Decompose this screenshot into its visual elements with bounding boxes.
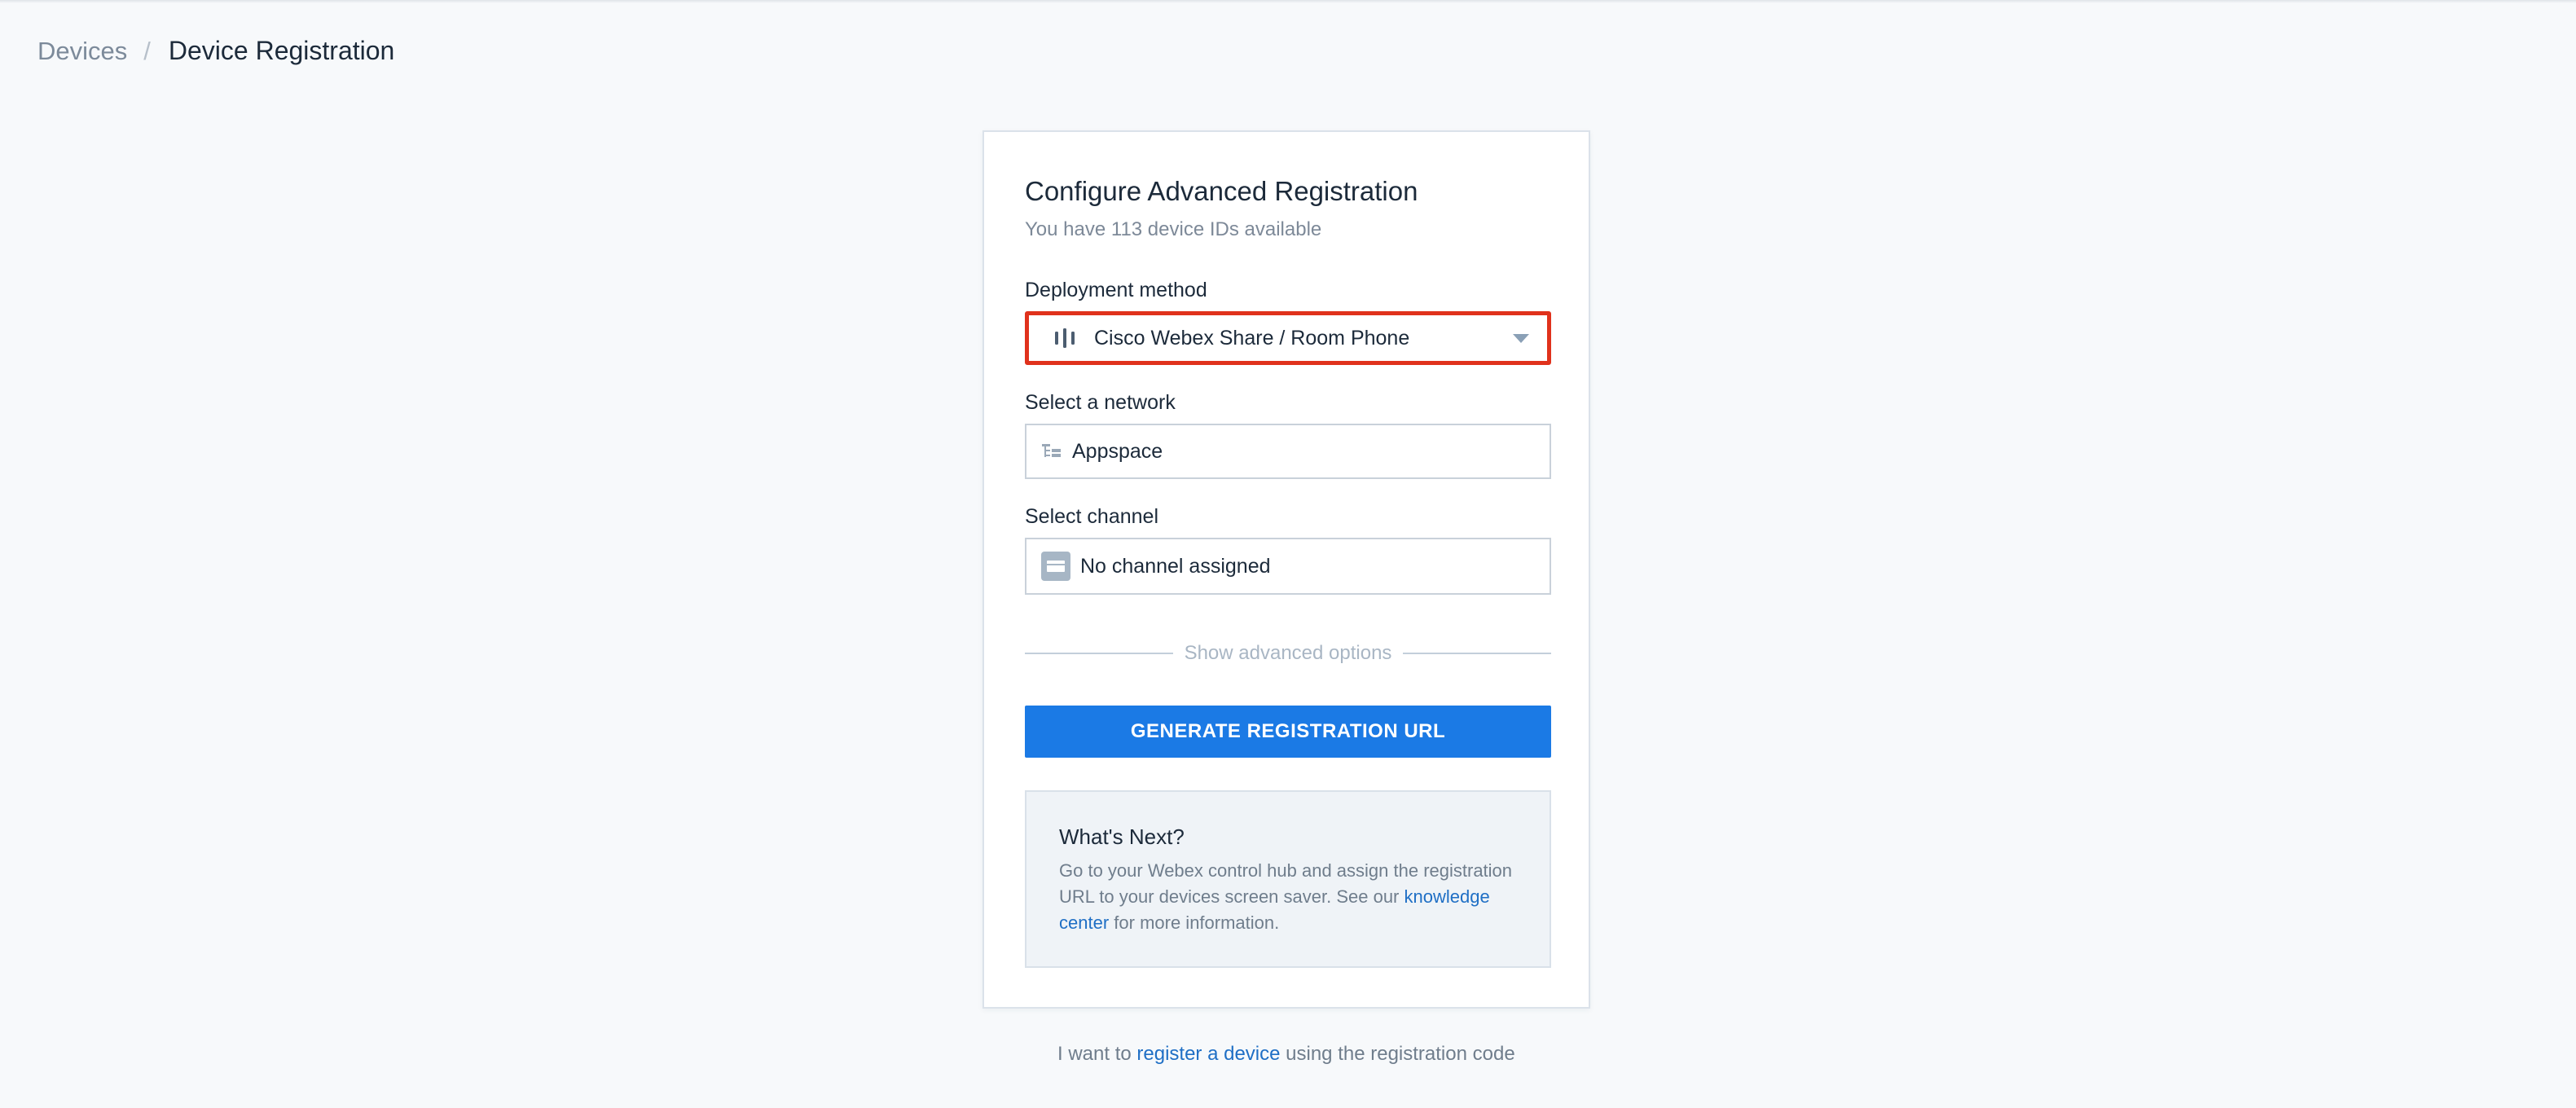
page-title: Device Registration: [168, 36, 395, 65]
register-device-footer: I want to register a device using the re…: [1057, 1043, 1515, 1066]
channel-value: No channel assigned: [1080, 554, 1271, 578]
channel-select[interactable]: No channel assigned: [1025, 538, 1551, 595]
registration-card: Configure Advanced Registration You have…: [982, 130, 1590, 1009]
deployment-method-value: Cisco Webex Share / Room Phone: [1094, 326, 1410, 350]
generate-registration-url-button[interactable]: GENERATE REGISTRATION URL: [1025, 706, 1551, 758]
divider-line-left: [1025, 653, 1173, 654]
network-label: Select a network: [1025, 391, 1176, 414]
breadcrumb-separator: /: [143, 36, 151, 65]
divider-line-right: [1403, 653, 1552, 654]
channel-label: Select channel: [1025, 505, 1159, 528]
network-value: Appspace: [1072, 439, 1163, 463]
device-bars-icon: [1053, 328, 1076, 349]
card-title: Configure Advanced Registration: [1025, 176, 1418, 206]
breadcrumb: Devices / Device Registration: [37, 36, 394, 66]
network-tree-icon: [1041, 442, 1062, 460]
whats-next-title: What's Next?: [1059, 824, 1185, 849]
whats-next-panel: What's Next? Go to your Webex control hu…: [1025, 790, 1551, 968]
deployment-method-label: Deployment method: [1025, 279, 1207, 301]
channel-thumbnail-icon: [1041, 552, 1070, 581]
breadcrumb-devices-link[interactable]: Devices: [37, 37, 127, 66]
footer-text-after: using the registration code: [1286, 1043, 1515, 1065]
top-bar-shadow: [0, 0, 2576, 3]
network-select[interactable]: Appspace: [1025, 424, 1551, 479]
register-device-link[interactable]: register a device: [1136, 1043, 1280, 1065]
whats-next-text: Go to your Webex control hub and assign …: [1059, 858, 1517, 936]
advanced-options-divider: Show advanced options: [1025, 642, 1552, 665]
deployment-method-select[interactable]: Cisco Webex Share / Room Phone: [1025, 311, 1551, 365]
show-advanced-options-toggle[interactable]: Show advanced options: [1173, 642, 1404, 665]
chevron-down-icon: [1513, 334, 1529, 343]
device-ids-available: You have 113 device IDs available: [1025, 218, 1322, 240]
whats-next-text-after: for more information.: [1114, 912, 1280, 933]
footer-text-before: I want to: [1057, 1043, 1132, 1065]
